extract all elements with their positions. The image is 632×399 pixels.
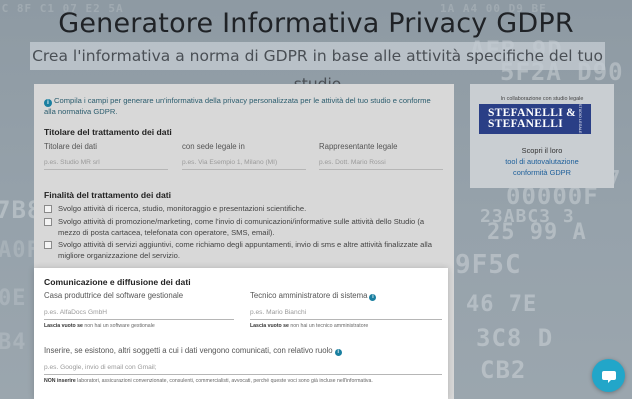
checkbox[interactable]: [44, 218, 52, 226]
rappresentante-input[interactable]: [319, 156, 443, 170]
checkbox[interactable]: [44, 205, 52, 213]
page-title: Generatore Informativa Privacy GDPR: [58, 8, 574, 39]
hint-text: non hai un software gestionale: [82, 323, 155, 329]
info-icon[interactable]: i: [369, 294, 377, 301]
partner-text: Scopri il loro: [521, 146, 563, 155]
hex-pattern-text: 46 7E: [466, 292, 538, 317]
page-subtitle: Crea l'informativa a norma di GDPR in ba…: [30, 42, 605, 93]
sede-legale-label: con sede legale in: [182, 142, 245, 151]
chat-bubble-icon: [601, 370, 616, 383]
partner-tag: In collaborazione con studio legale: [500, 96, 584, 102]
checkbox[interactable]: [44, 241, 52, 249]
hex-pattern-text: 9F5C: [455, 250, 522, 280]
sysadmin-input[interactable]: [250, 306, 442, 320]
altri-soggetti-hint: NON inserire laboratori, assicurazioni c…: [44, 378, 442, 384]
hint-bold: Lascia vuoto se: [44, 323, 83, 329]
hex-pattern-text: 23ABC3 3: [480, 206, 575, 227]
partner-link-line-1[interactable]: tool di autovalutazione: [470, 157, 614, 168]
intro-note-text: Compila i campi per generare un'informat…: [44, 96, 431, 116]
logo-line-2: STEFANELLI: [487, 118, 563, 130]
comunicazione-section-title: Comunicazione e diffusione dei dati: [44, 277, 191, 287]
finalita-option-label: Svolgo attività di servizi aggiuntivi, c…: [58, 240, 432, 260]
info-icon: i: [44, 99, 52, 107]
intro-note: i Compila i campi per generare un'informa…: [44, 96, 439, 118]
logo-side-text: STUDIO LEGALE: [578, 104, 583, 134]
info-icon[interactable]: i: [334, 349, 342, 356]
hex-pattern-text: 3C8 D: [476, 324, 554, 352]
finalita-option-servizi[interactable]: Svolgo attività di servizi aggiuntivi, c…: [44, 240, 444, 262]
finalita-section-title: Finalità del trattamento dei dati: [44, 190, 172, 200]
altri-soggetti-input[interactable]: [44, 361, 442, 375]
hint-bold: NON inserire: [44, 378, 76, 384]
hex-pattern-text: CB2: [480, 356, 527, 384]
finalita-option-ricerca[interactable]: Svolgo attività di ricerca, studio, moni…: [44, 204, 444, 216]
titolare-input[interactable]: [44, 156, 168, 170]
sysadmin-label-text: Tecnico amministratore di sistema: [250, 291, 368, 300]
finalita-option-marketing[interactable]: Svolgo attività di promozione/marketing,…: [44, 217, 444, 239]
sysadmin-label: Tecnico amministratore di sistema i: [250, 291, 377, 301]
titolare-section-title: Titolare del trattamento dei dati: [44, 127, 172, 137]
software-house-label: Casa produttrice del software gestionale: [44, 291, 184, 300]
hex-pattern-text: B4: [0, 330, 27, 355]
hex-pattern-text: 0E: [0, 286, 27, 311]
partner-link-line-2[interactable]: conformità GDPR: [470, 168, 614, 179]
sysadmin-hint: Lascia vuoto se non hai un tecnico ammin…: [250, 323, 368, 329]
sede-legale-input[interactable]: [182, 156, 306, 170]
finalita-option-label: Svolgo attività di promozione/marketing,…: [58, 217, 425, 237]
hint-bold: Lascia vuoto se: [250, 323, 289, 329]
software-house-hint: Lascia vuoto se non hai un software gest…: [44, 323, 155, 329]
hint-text: non hai un tecnico amministratore: [288, 323, 369, 329]
software-house-input[interactable]: [44, 306, 234, 320]
altri-soggetti-label: Inserire, se esistono, altri soggetti a …: [44, 346, 342, 356]
altri-soggetti-label-text: Inserire, se esistono, altri soggetti a …: [44, 346, 333, 355]
chat-button[interactable]: [592, 359, 625, 392]
finalita-option-label: Svolgo attività di ricerca, studio, moni…: [58, 204, 307, 213]
titolare-label: Titolare dei dati: [44, 142, 98, 151]
rappresentante-label: Rappresentante legale: [319, 142, 398, 151]
hint-text: laboratori, assicurazioni convenzionate,…: [75, 378, 373, 384]
stefanelli-logo[interactable]: STEFANELLI & STEFANELLI STUDIO LEGALE: [479, 104, 591, 134]
